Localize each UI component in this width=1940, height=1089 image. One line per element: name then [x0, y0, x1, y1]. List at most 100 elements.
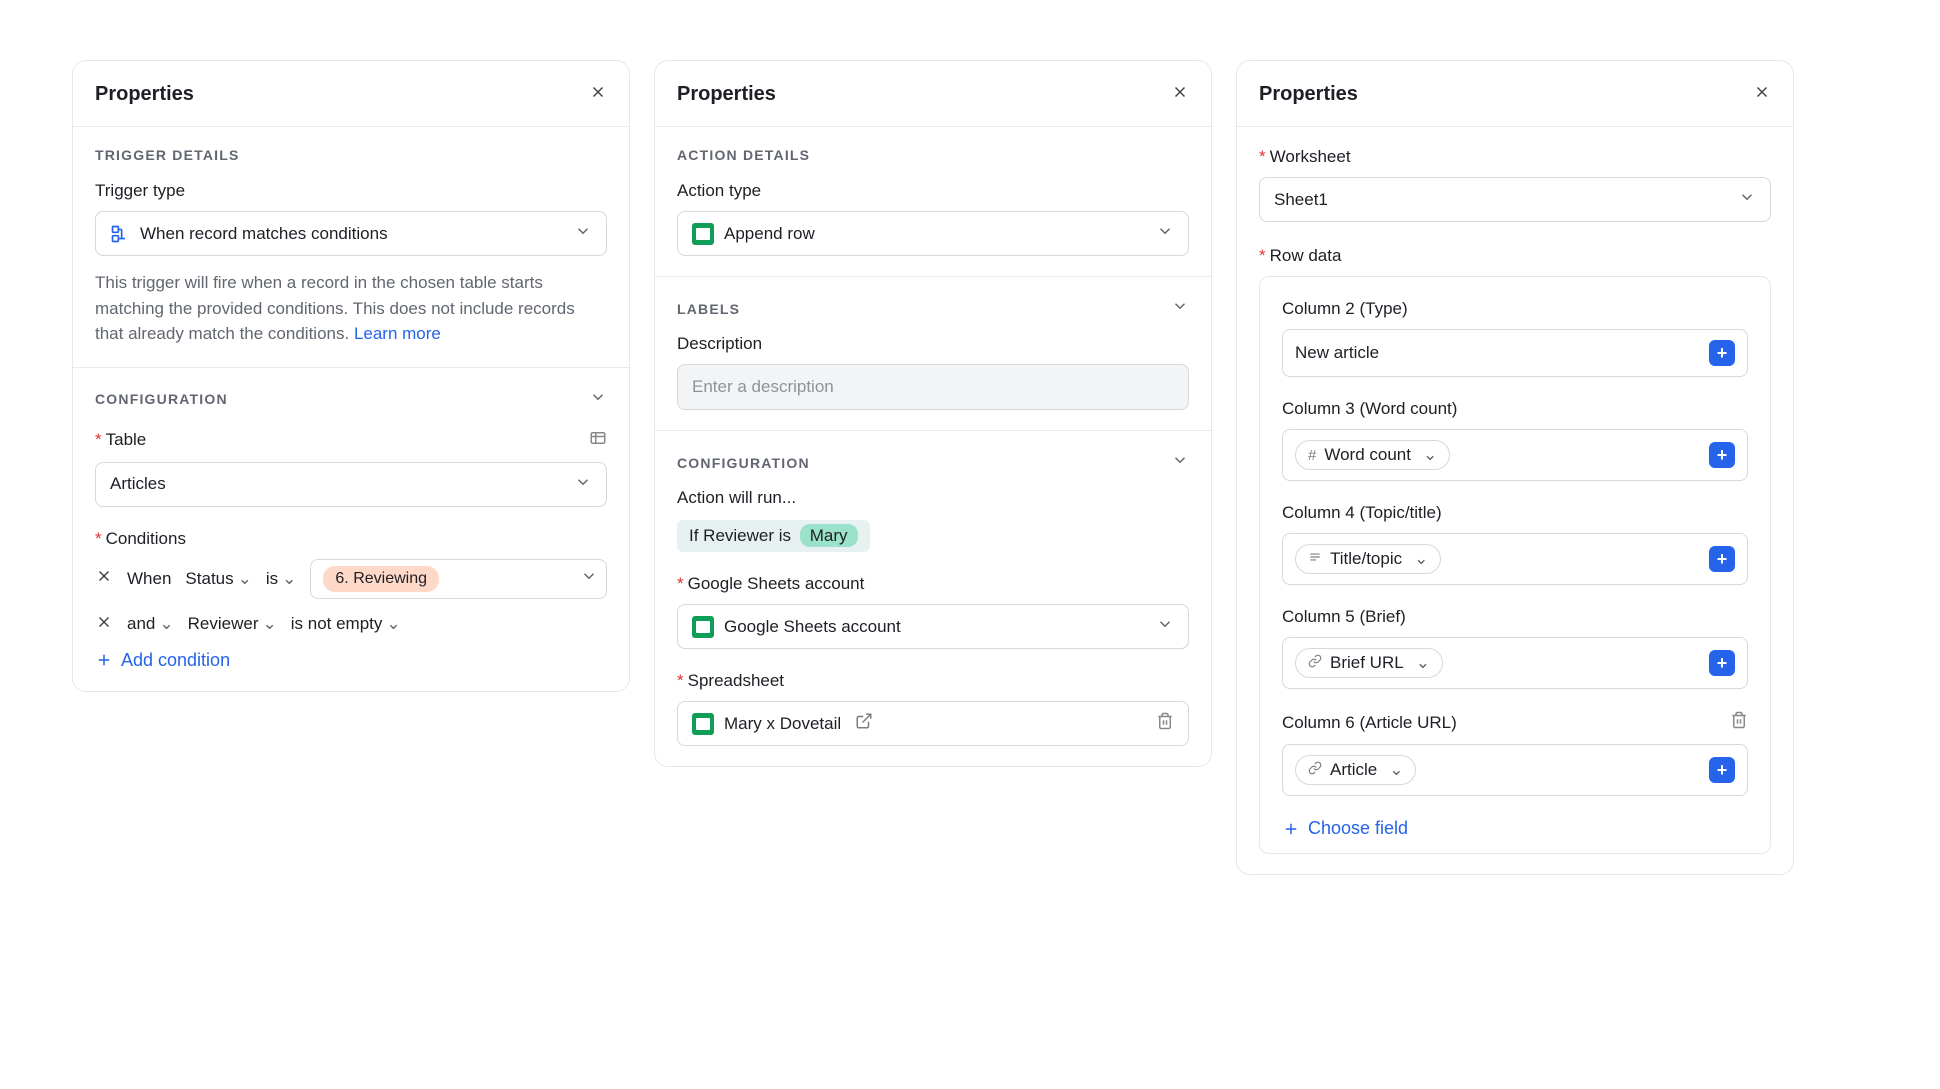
field-token[interactable]: # Word count ⌄: [1295, 440, 1450, 470]
chevron-down-icon: [1738, 188, 1756, 211]
condition-row: When Status⌄ is⌄ 6. Reviewing: [95, 559, 607, 599]
column-field: Column 2 (Type) New article +: [1282, 299, 1748, 377]
choose-field-button[interactable]: Choose field: [1282, 818, 1748, 839]
trigger-description: This trigger will fire when a record in …: [95, 270, 607, 347]
run-condition-badge[interactable]: If Reviewer is Mary: [677, 520, 870, 552]
chevron-down-icon: [1156, 222, 1174, 245]
trigger-type-select[interactable]: When record matches conditions: [95, 211, 607, 256]
condition-row: and⌄ Reviewer⌄ is not empty⌄: [95, 613, 607, 636]
section-heading: TRIGGER DETAILS: [95, 147, 607, 163]
description-input[interactable]: [677, 364, 1189, 410]
add-token-button[interactable]: +: [1709, 442, 1735, 468]
conditions-label: *Conditions: [95, 529, 607, 549]
column-value-input[interactable]: Article ⌄ +: [1282, 744, 1748, 796]
remove-condition-icon[interactable]: [95, 567, 113, 590]
column-value-input[interactable]: New article +: [1282, 329, 1748, 377]
table-value: Articles: [110, 474, 564, 494]
section-collapse-icon[interactable]: [1171, 297, 1189, 320]
remove-condition-icon[interactable]: [95, 613, 113, 636]
link-icon: [1308, 761, 1322, 779]
worksheet-select[interactable]: Sheet1: [1259, 177, 1771, 222]
condition-conjunction-select[interactable]: and⌄: [127, 614, 174, 634]
chevron-down-icon: [574, 473, 592, 496]
field-token[interactable]: Title/topic ⌄: [1295, 544, 1441, 574]
panel-header: Properties: [73, 61, 629, 127]
condition-field-select[interactable]: Reviewer⌄: [188, 614, 277, 634]
condition-when: When: [127, 569, 171, 589]
action-type-select[interactable]: Append row: [677, 211, 1189, 256]
chevron-down-icon: ⌄: [1416, 653, 1430, 673]
panel-header: Properties: [655, 61, 1211, 127]
condition-operator-select[interactable]: is not empty⌄: [291, 614, 401, 634]
section-collapse-icon[interactable]: [589, 388, 607, 411]
field-token[interactable]: Brief URL ⌄: [1295, 648, 1443, 678]
panel-title: Properties: [677, 83, 776, 106]
column-field: Column 6 (Article URL) Article ⌄: [1282, 711, 1748, 796]
labels-section: LABELS Description: [655, 277, 1211, 431]
learn-more-link[interactable]: Learn more: [354, 324, 441, 343]
column-label: Column 2 (Type): [1282, 299, 1408, 319]
row-data-box: Column 2 (Type) New article + Column 3 (…: [1259, 276, 1771, 854]
google-sheets-icon: [692, 223, 714, 245]
column-value-input[interactable]: Brief URL ⌄ +: [1282, 637, 1748, 689]
spreadsheet-select[interactable]: Mary x Dovetail: [677, 701, 1189, 746]
open-external-icon[interactable]: [855, 712, 873, 735]
chevron-down-icon: [1156, 615, 1174, 638]
action-will-run-label: Action will run...: [677, 488, 1189, 508]
condition-field-select[interactable]: Status⌄: [185, 569, 251, 589]
column-field: Column 5 (Brief) Brief URL ⌄ +: [1282, 607, 1748, 689]
trash-icon[interactable]: [1156, 712, 1174, 735]
close-icon[interactable]: [1171, 83, 1189, 106]
close-icon[interactable]: [1753, 83, 1771, 106]
trash-icon[interactable]: [1730, 711, 1748, 734]
field-token[interactable]: Article ⌄: [1295, 755, 1416, 785]
action-type-value: Append row: [724, 224, 1146, 244]
close-icon[interactable]: [589, 83, 607, 106]
action-details-section: ACTION DETAILS Action type Append row: [655, 127, 1211, 277]
action-properties-panel: Properties ACTION DETAILS Action type Ap…: [654, 60, 1212, 767]
section-heading: CONFIGURATION: [95, 391, 228, 407]
worksheet-section: *Worksheet Sheet1 *Row data Column 2 (Ty…: [1237, 127, 1793, 874]
column-field: Column 3 (Word count) # Word count ⌄ +: [1282, 399, 1748, 481]
account-label: *Google Sheets account: [677, 574, 1189, 594]
add-token-button[interactable]: +: [1709, 340, 1735, 366]
row-data-properties-panel: Properties *Worksheet Sheet1 *Row data C…: [1236, 60, 1794, 875]
trigger-details-section: TRIGGER DETAILS Trigger type When record…: [73, 127, 629, 368]
table-select[interactable]: Articles: [95, 462, 607, 507]
chevron-down-icon: ⌄: [1389, 760, 1403, 780]
configuration-section: CONFIGURATION *Table Articles *Condition…: [73, 368, 629, 691]
chevron-down-icon: [574, 222, 592, 245]
condition-value-select[interactable]: 6. Reviewing: [310, 559, 607, 599]
chevron-down-icon: ⌄: [1423, 445, 1437, 465]
condition-operator-select[interactable]: is⌄: [266, 569, 297, 589]
account-value: Google Sheets account: [724, 617, 1146, 637]
add-token-button[interactable]: +: [1709, 546, 1735, 572]
section-heading: LABELS: [677, 301, 740, 317]
description-label: Description: [677, 334, 1189, 354]
column-value-input[interactable]: # Word count ⌄ +: [1282, 429, 1748, 481]
spreadsheet-value: Mary x Dovetail: [724, 714, 841, 734]
panel-title: Properties: [1259, 83, 1358, 106]
panel-title: Properties: [95, 83, 194, 106]
trigger-properties-panel: Properties TRIGGER DETAILS Trigger type …: [72, 60, 630, 692]
chevron-down-icon: ⌄: [1414, 549, 1428, 569]
add-token-button[interactable]: +: [1709, 650, 1735, 676]
account-select[interactable]: Google Sheets account: [677, 604, 1189, 649]
row-data-label: *Row data: [1259, 246, 1771, 266]
expand-icon[interactable]: [589, 429, 607, 452]
status-tag: 6. Reviewing: [323, 566, 439, 592]
section-collapse-icon[interactable]: [1171, 451, 1189, 474]
trigger-type-value: When record matches conditions: [140, 224, 564, 244]
add-condition-button[interactable]: Add condition: [95, 650, 607, 671]
trigger-icon: [110, 224, 130, 244]
column-label: Column 5 (Brief): [1282, 607, 1406, 627]
link-icon: [1308, 654, 1322, 672]
spreadsheet-label: *Spreadsheet: [677, 671, 1189, 691]
configuration-section: CONFIGURATION Action will run... If Revi…: [655, 431, 1211, 766]
add-token-button[interactable]: +: [1709, 757, 1735, 783]
section-heading: ACTION DETAILS: [677, 147, 1189, 163]
column-label: Column 3 (Word count): [1282, 399, 1457, 419]
column-value-input[interactable]: Title/topic ⌄ +: [1282, 533, 1748, 585]
chevron-down-icon: [580, 567, 598, 590]
text-icon: [1308, 550, 1322, 568]
